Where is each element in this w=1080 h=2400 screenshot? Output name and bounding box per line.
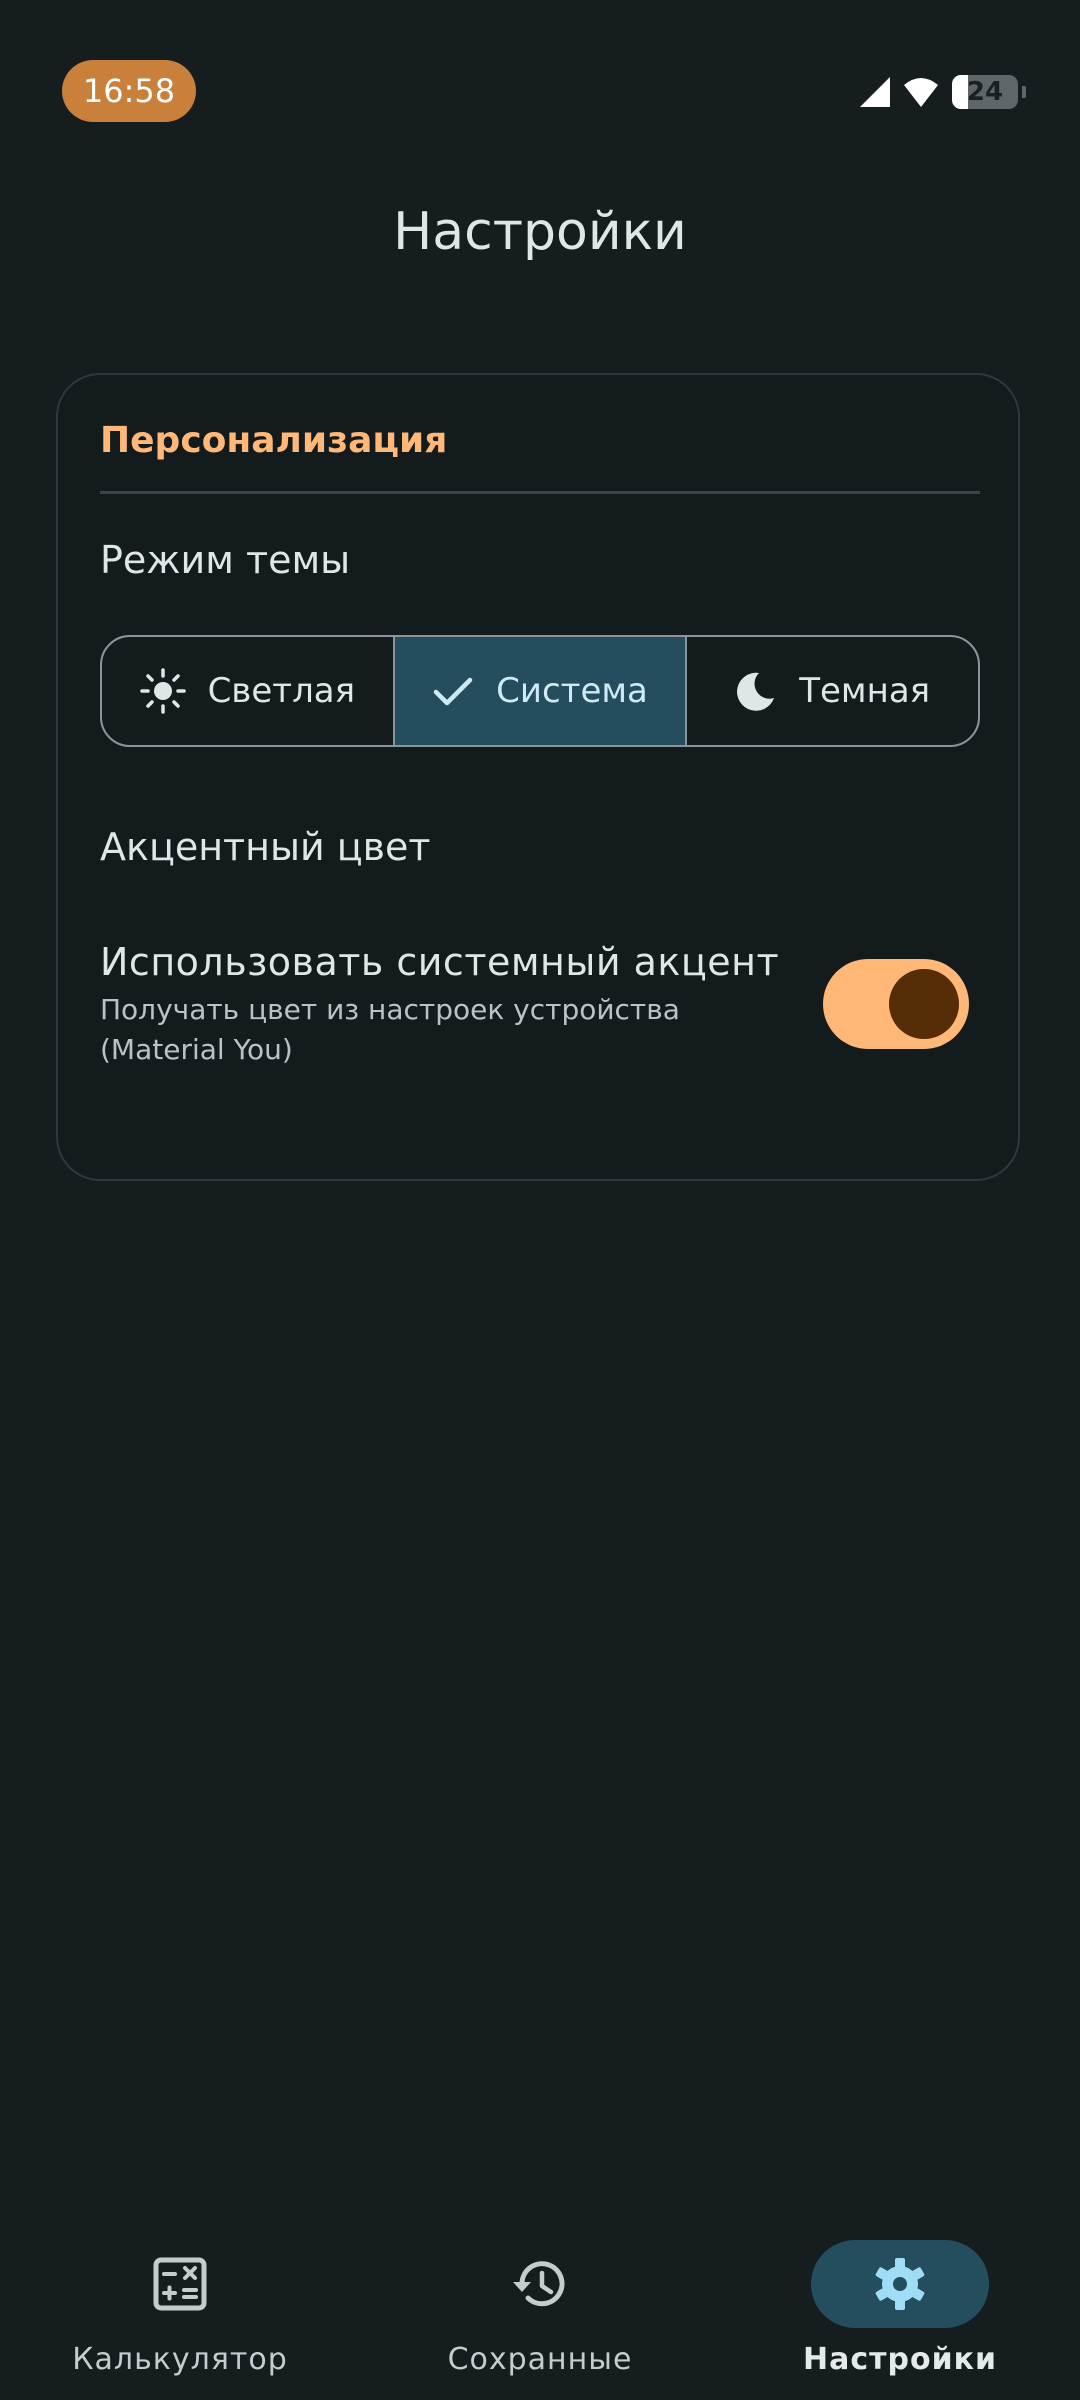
nav-indicator (451, 2240, 629, 2328)
system-accent-switch[interactable] (823, 959, 969, 1049)
nav-indicator (91, 2240, 269, 2328)
check-icon (433, 677, 473, 706)
nav-indicator (811, 2240, 989, 2328)
status-time: 16:58 (62, 60, 196, 122)
page-title: Настройки (393, 202, 687, 262)
system-accent-subtitle: Получать цвет из настроек устройства (Ma… (100, 993, 680, 1066)
theme-segmented-control: Светлая Система Темная (100, 635, 980, 747)
gear-icon (875, 2258, 925, 2310)
bottom-navigation: Калькулятор Сохранные Настройки (0, 2220, 1080, 2400)
signal-icon (860, 77, 890, 107)
theme-option-label: Темная (799, 671, 931, 711)
theme-mode-label: Режим темы (100, 538, 351, 582)
accent-color-label: Акцентный цвет (100, 825, 431, 869)
nav-item-saved[interactable]: Сохранные (360, 2220, 720, 2400)
system-accent-title: Использовать системный акцент (100, 940, 780, 984)
nav-label: Сохранные (447, 2342, 633, 2377)
nav-item-settings[interactable]: Настройки (720, 2220, 1080, 2400)
nav-label: Настройки (802, 2342, 997, 2377)
theme-option-label: Светлая (207, 671, 356, 711)
wifi-icon (904, 78, 938, 107)
switch-knob (889, 969, 959, 1039)
moon-icon (737, 672, 775, 711)
divider (100, 491, 980, 494)
status-icons: 24 (860, 72, 1026, 112)
nav-label: Калькулятор (72, 2342, 288, 2377)
battery-level: 24 (966, 77, 1004, 107)
theme-option-label: Система (496, 671, 648, 711)
sun-icon (139, 668, 186, 714)
battery-icon: 24 (952, 75, 1026, 109)
theme-option-system[interactable]: Система (392, 637, 686, 745)
theme-option-dark[interactable]: Темная (685, 637, 978, 745)
theme-option-light[interactable]: Светлая (102, 637, 393, 745)
calculator-icon (153, 2257, 207, 2311)
nav-item-calculator[interactable]: Калькулятор (0, 2220, 360, 2400)
section-title: Персонализация (100, 420, 448, 461)
history-icon (513, 2261, 565, 2307)
